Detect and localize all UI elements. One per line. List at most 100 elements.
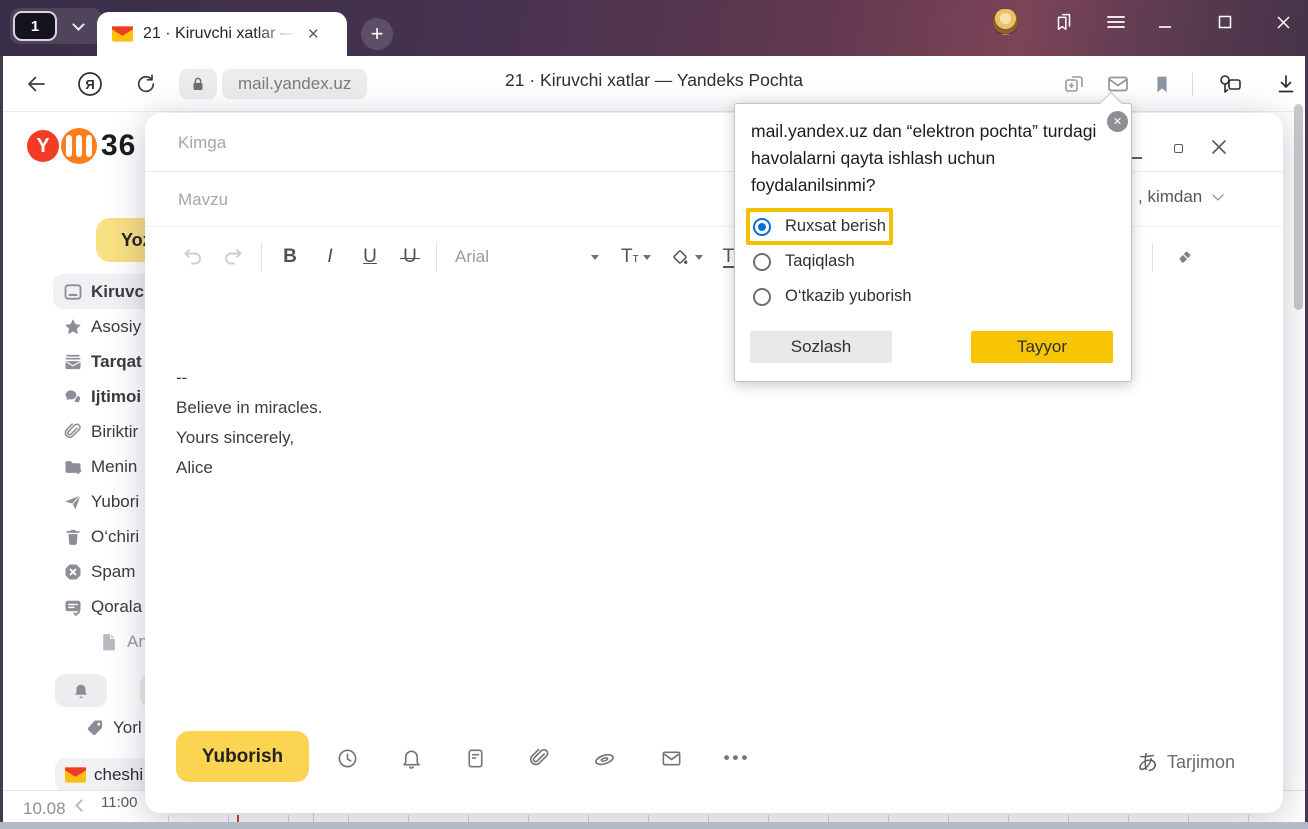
tab-counter-badge[interactable]: 1 xyxy=(13,11,57,41)
sent-icon xyxy=(63,492,83,512)
clock-icon xyxy=(336,747,359,770)
remove-formatting-button[interactable] xyxy=(1167,246,1203,268)
browser-window: 1 21 · Kiruvchi xatlar — Ya ✕ + xyxy=(0,0,1308,829)
signature-line: Yours sincerely, xyxy=(176,423,1076,453)
protect-passwords-button[interactable] xyxy=(1215,70,1245,98)
collections-button[interactable] xyxy=(1050,8,1078,36)
address-bar-divider xyxy=(1192,72,1193,96)
subject-field[interactable] xyxy=(178,180,698,220)
dialog-message: mail.yandex.uz dan “elektron pochta” tur… xyxy=(751,118,1113,199)
hamburger-icon xyxy=(1106,14,1126,30)
more-actions-button[interactable]: ••• xyxy=(724,745,750,771)
font-family-select[interactable]: Arial xyxy=(455,247,605,267)
bookmark-icon xyxy=(1151,73,1173,95)
eraser-icon xyxy=(1174,246,1196,268)
bell-icon xyxy=(72,682,90,700)
compose-close-button[interactable] xyxy=(1209,137,1229,157)
tag-icon xyxy=(85,718,105,738)
maximize-icon xyxy=(1218,15,1232,29)
option-block[interactable]: Taqiqlash xyxy=(753,252,855,271)
notify-button[interactable] xyxy=(398,745,424,771)
logo-suffix: 36 xyxy=(101,129,136,163)
done-button[interactable]: Tayyor xyxy=(971,331,1113,363)
minimize-icon xyxy=(1158,15,1172,29)
send-button[interactable]: Yuborish xyxy=(176,731,309,782)
bookmark-button[interactable] xyxy=(1147,70,1177,98)
radio-icon[interactable] xyxy=(753,288,771,306)
logo-y-circle: Y xyxy=(27,130,59,162)
signature-line: Alice xyxy=(176,453,1076,483)
chevron-down-icon xyxy=(72,18,85,31)
fill-color-button[interactable] xyxy=(669,246,691,268)
my-folders-icon xyxy=(63,457,83,477)
bold-button[interactable]: B xyxy=(270,246,310,268)
font-size-button[interactable]: Tт xyxy=(621,246,639,268)
undo-button[interactable] xyxy=(173,245,213,269)
yandex-disk-icon xyxy=(592,746,617,771)
downloads-button[interactable] xyxy=(1271,70,1301,98)
text-color-button[interactable]: T xyxy=(723,247,735,268)
settings-button[interactable]: Sozlash xyxy=(750,331,892,363)
radio-selected-icon[interactable] xyxy=(753,218,771,236)
redo-button[interactable] xyxy=(213,245,253,269)
underline-button[interactable]: U xyxy=(350,246,390,268)
to-field[interactable] xyxy=(178,123,698,163)
bell-outline-icon xyxy=(400,747,423,770)
yandex-mail-favicon xyxy=(112,26,133,42)
browser-titlebar: 1 21 · Kiruvchi xatlar — Ya ✕ + xyxy=(0,0,1308,56)
logo-o-circle xyxy=(61,128,97,164)
page-scrollbar-thumb[interactable] xyxy=(1294,104,1303,310)
attachments-icon xyxy=(63,422,83,442)
ellipsis-icon: ••• xyxy=(724,748,751,768)
chevron-down-icon xyxy=(1213,189,1224,200)
attach-from-disk-button[interactable] xyxy=(591,745,617,771)
fill-bucket-icon xyxy=(669,246,691,268)
option-allow[interactable]: Ruxsat berish xyxy=(753,217,886,236)
timeline-date: 10.08 xyxy=(23,799,66,819)
split-view-button[interactable] xyxy=(1059,70,1089,98)
star-icon xyxy=(63,317,83,337)
newsletters-icon xyxy=(63,352,83,372)
attach-file-button[interactable] xyxy=(526,745,552,771)
template-doc-icon xyxy=(464,747,487,770)
chevron-down-icon xyxy=(591,255,599,260)
window-minimize-button[interactable] xyxy=(1150,8,1180,36)
tab-close-icon[interactable]: ✕ xyxy=(307,25,320,43)
window-close-button[interactable] xyxy=(1268,8,1298,36)
timeline-time: 11:00 xyxy=(101,794,137,811)
drafts-icon xyxy=(63,597,83,617)
compose-collapse-button[interactable] xyxy=(1174,144,1183,153)
tab-counter-control[interactable]: 1 xyxy=(10,8,102,44)
attach-from-mail-button[interactable] xyxy=(658,745,684,771)
browser-menu-button[interactable] xyxy=(1102,8,1130,36)
notifications-button[interactable] xyxy=(55,674,107,707)
window-maximize-button[interactable] xyxy=(1210,8,1240,36)
download-icon xyxy=(1274,72,1298,96)
italic-button[interactable]: I xyxy=(310,246,350,268)
chevron-down-icon xyxy=(695,255,703,260)
tab-kiruvchi-xatlar[interactable]: 21 · Kiruvchi xatlar — Ya ✕ xyxy=(97,12,347,56)
protocol-handler-dialog: ✕ mail.yandex.uz dan “elektron pochta” t… xyxy=(734,103,1132,382)
profile-avatar[interactable] xyxy=(992,8,1019,35)
trash-icon xyxy=(63,527,83,547)
envelope-outline-icon xyxy=(660,747,683,770)
from-selector[interactable]: , kimdan xyxy=(1138,187,1222,207)
strikethrough-button[interactable]: U xyxy=(390,246,430,268)
paperclip-icon xyxy=(528,747,551,770)
spam-icon xyxy=(63,562,83,582)
redo-icon xyxy=(221,245,245,269)
undo-icon xyxy=(181,245,205,269)
radio-icon[interactable] xyxy=(753,253,771,271)
templates-button[interactable] xyxy=(462,745,488,771)
split-view-icon xyxy=(1062,72,1086,96)
translator-button[interactable]: あ Tarjimon xyxy=(1137,747,1235,777)
schedule-send-button[interactable] xyxy=(334,745,360,771)
window-frame-left xyxy=(0,56,3,822)
yandex-mail-icon xyxy=(65,767,86,783)
sidebar-item-labels[interactable]: Yorl xyxy=(85,718,142,738)
option-skip[interactable]: O‘tkazib yuborish xyxy=(753,287,912,306)
chevron-left-icon[interactable] xyxy=(75,799,88,812)
inbox-icon xyxy=(63,282,83,302)
translator-icon: あ xyxy=(1137,747,1158,777)
new-tab-button[interactable]: + xyxy=(361,18,393,50)
